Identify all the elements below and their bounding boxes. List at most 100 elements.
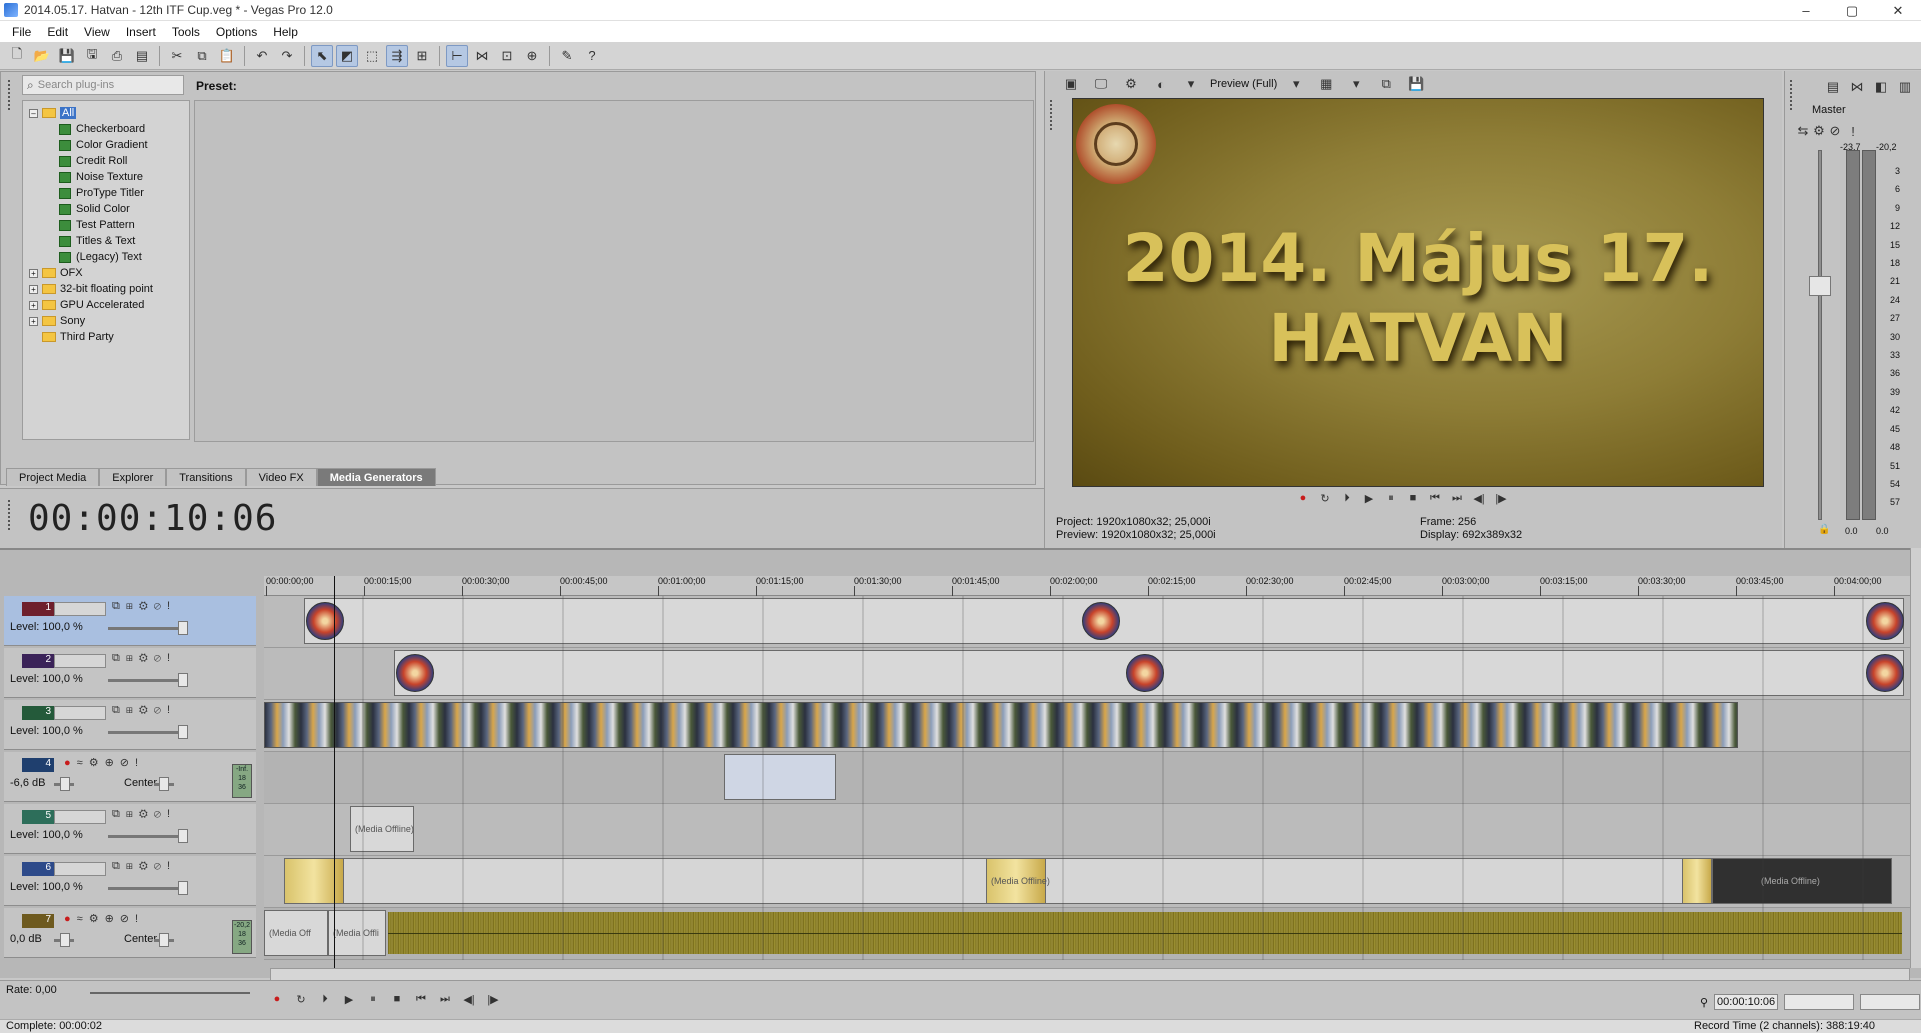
level-slider[interactable] xyxy=(108,725,188,739)
expand-icon[interactable]: + xyxy=(29,300,38,310)
slider-knob[interactable] xyxy=(178,725,188,739)
track-header-4[interactable]: 4 ●≈⚙⊕⊘! -6,6 dB Center -Inf. 18 36 xyxy=(4,752,256,802)
mixer-view-icon[interactable]: ▥ xyxy=(1894,76,1916,98)
master-fader-track[interactable] xyxy=(1818,150,1822,520)
cursor-position-field[interactable]: 00:00:10:06 xyxy=(1714,994,1779,1010)
tab-video-fx[interactable]: Video FX xyxy=(245,468,317,486)
close-button[interactable]: ✕ xyxy=(1875,0,1921,21)
play-icon[interactable]: ▶ xyxy=(342,992,356,1006)
save-snapshot-icon[interactable]: 💾 xyxy=(1405,73,1427,95)
fader-lock-icon[interactable]: 🔒 xyxy=(1818,524,1830,535)
motion-icon[interactable]: ⊞ xyxy=(126,600,139,612)
audio-clip[interactable] xyxy=(724,754,836,800)
collapse-icon[interactable]: – xyxy=(29,108,38,118)
menu-insert[interactable]: Insert xyxy=(118,25,164,39)
track-lane-3[interactable] xyxy=(264,700,1910,752)
master-fader-knob[interactable] xyxy=(1809,276,1831,296)
copy-snapshot-icon[interactable]: ⧉ xyxy=(1375,73,1397,95)
downmix-icon[interactable]: ⋈ xyxy=(1846,76,1868,98)
track-fx-icon[interactable]: ⚙ xyxy=(139,808,154,820)
track-name-field[interactable] xyxy=(54,706,106,720)
track-name-field[interactable] xyxy=(54,602,106,616)
dropdown-arrow-icon[interactable]: ▾ xyxy=(1285,73,1307,95)
auto-ripple-icon[interactable]: ⊡ xyxy=(496,45,518,67)
tree-item-credit-roll[interactable]: Credit Roll xyxy=(29,153,189,169)
solo-icon[interactable]: ! xyxy=(167,860,176,872)
redo-icon[interactable]: ↷ xyxy=(276,45,298,67)
solo-icon[interactable]: ! xyxy=(167,704,176,716)
gold-title-clip[interactable]: (Media Offline) xyxy=(986,858,1050,904)
time-ruler[interactable]: 00:00:00;00 00:00:15;00 00:00:30;00 00:0… xyxy=(264,576,1910,596)
compositing-mode-icon[interactable]: ⧉ xyxy=(112,860,126,872)
menu-tools[interactable]: Tools xyxy=(164,25,208,39)
menu-help[interactable]: Help xyxy=(265,25,306,39)
video-clip-sequence[interactable] xyxy=(264,702,1738,748)
go-to-start-icon[interactable]: ⏮ xyxy=(414,992,428,1006)
invert-phase-icon[interactable]: ≈ xyxy=(77,757,89,769)
video-clip[interactable]: (Media Offline) xyxy=(350,806,414,852)
menu-options[interactable]: Options xyxy=(208,25,265,39)
mute-icon[interactable]: ⊘ xyxy=(154,860,167,872)
cut-icon[interactable]: ✂ xyxy=(166,45,188,67)
tree-item-third-party[interactable]: Third Party xyxy=(29,329,189,345)
solo-icon[interactable]: ! xyxy=(167,652,176,664)
track-fx-icon[interactable]: ⚙ xyxy=(89,913,105,925)
mute-icon[interactable]: ⊘ xyxy=(154,808,167,820)
preview-quality-select[interactable]: Preview (Full) xyxy=(1210,78,1277,90)
motion-icon[interactable]: ⊞ xyxy=(126,808,139,820)
track-header-5[interactable]: 5 ⧉⊞⚙⊘! Level: 100,0 % xyxy=(4,804,256,854)
copy-icon[interactable]: ⧉ xyxy=(191,45,213,67)
previous-frame-icon[interactable]: ◀| xyxy=(1472,491,1486,505)
compositing-mode-icon[interactable]: ⧉ xyxy=(112,808,126,820)
track-lane-4[interactable] xyxy=(264,752,1910,804)
tab-transitions[interactable]: Transitions xyxy=(166,468,246,486)
dropdown-arrow-icon[interactable]: ▾ xyxy=(1180,73,1202,95)
black-clip[interactable]: (Media Offline) xyxy=(1712,858,1892,904)
automation-icon[interactable]: ⊕ xyxy=(105,913,120,925)
level-slider[interactable] xyxy=(108,621,188,635)
mixer-properties-icon[interactable]: ▤ xyxy=(1822,76,1844,98)
solo-icon[interactable]: ! xyxy=(167,808,176,820)
slider-knob[interactable] xyxy=(159,933,169,947)
tree-item-sony[interactable]: + Sony xyxy=(29,313,189,329)
slider-knob[interactable] xyxy=(60,933,70,947)
tree-item-ofx[interactable]: + OFX xyxy=(29,265,189,281)
tree-item-solid-color[interactable]: Solid Color xyxy=(29,201,189,217)
open-icon[interactable]: 📂 xyxy=(31,45,53,67)
volume-slider[interactable] xyxy=(54,777,74,791)
solo-icon[interactable]: ! xyxy=(1842,120,1864,142)
length-field[interactable] xyxy=(1860,994,1921,1010)
gold-title-clip[interactable] xyxy=(1682,858,1712,904)
mute-icon[interactable]: ⊘ xyxy=(154,600,167,612)
solo-icon[interactable]: ! xyxy=(135,757,144,769)
tree-item-color-gradient[interactable]: Color Gradient xyxy=(29,137,189,153)
expand-icon[interactable]: + xyxy=(29,268,38,278)
stop-icon[interactable]: ■ xyxy=(390,992,404,1006)
audio-waveform[interactable] xyxy=(388,912,1902,954)
track-fx-icon[interactable]: ⚙ xyxy=(139,704,154,716)
next-frame-icon[interactable]: |▶ xyxy=(1494,491,1508,505)
track-fx-icon[interactable]: ⚙ xyxy=(89,757,105,769)
new-project-icon[interactable]: 🗋 xyxy=(6,45,28,67)
panel-gripper[interactable] xyxy=(8,500,12,530)
invert-phase-icon[interactable]: ≈ xyxy=(77,913,89,925)
render-as-icon[interactable]: ⎙ xyxy=(106,45,128,67)
arm-record-icon[interactable]: ● xyxy=(64,913,77,925)
record-icon[interactable]: ● xyxy=(270,992,284,1006)
timeline-vertical-scrollbar[interactable] xyxy=(1910,548,1921,968)
motion-icon[interactable]: ⊞ xyxy=(126,652,139,664)
tree-item-gpu[interactable]: + GPU Accelerated xyxy=(29,297,189,313)
play-icon[interactable]: ▶ xyxy=(1362,491,1376,505)
go-to-start-icon[interactable]: ⏮ xyxy=(1428,491,1442,505)
track-lane-1[interactable] xyxy=(264,596,1910,648)
stop-icon[interactable]: ■ xyxy=(1406,491,1420,505)
panel-gripper[interactable] xyxy=(8,80,12,110)
expand-icon[interactable]: + xyxy=(29,316,38,326)
tree-item-all[interactable]: – All xyxy=(29,105,189,121)
properties-icon[interactable]: ▤ xyxy=(131,45,153,67)
menu-file[interactable]: File xyxy=(4,25,39,39)
go-to-end-icon[interactable]: ⏭ xyxy=(1450,491,1464,505)
arm-record-icon[interactable]: ● xyxy=(64,757,77,769)
split-screen-icon[interactable]: ◐ xyxy=(1150,73,1172,95)
play-from-start-icon[interactable]: ⏵ xyxy=(1340,491,1354,505)
